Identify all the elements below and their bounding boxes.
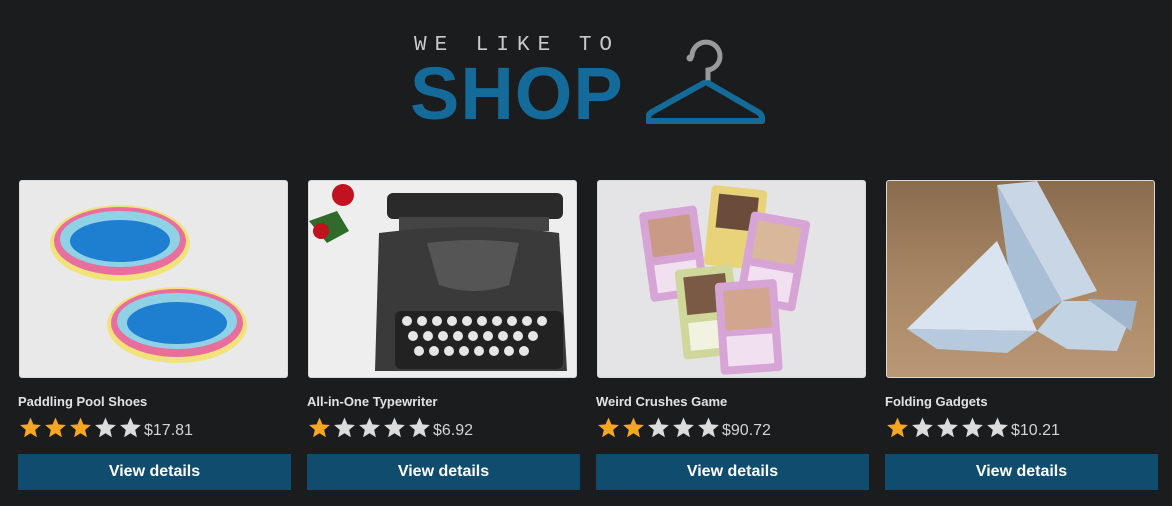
origami-bird-image[interactable] — [886, 180, 1155, 378]
star-filled-icon — [598, 417, 619, 438]
paddling-pools-image[interactable] — [19, 180, 288, 378]
hanger-icon — [646, 39, 766, 124]
star-empty-icon — [359, 417, 380, 438]
view-details-button[interactable]: View details — [596, 454, 869, 490]
product-card: Paddling Pool Shoes $17.81 View details — [18, 180, 291, 492]
product-price: $90.72 — [722, 422, 771, 439]
star-filled-icon — [70, 417, 91, 438]
star-rating — [307, 416, 432, 438]
trading-cards-image[interactable] — [597, 180, 866, 378]
star-empty-icon — [962, 417, 983, 438]
view-details-button[interactable]: View details — [18, 454, 291, 490]
star-empty-icon — [987, 417, 1008, 438]
view-details-button[interactable]: View details — [885, 454, 1158, 490]
star-empty-icon — [698, 417, 719, 438]
star-empty-icon — [912, 417, 933, 438]
product-title[interactable]: Paddling Pool Shoes — [18, 394, 147, 409]
star-empty-icon — [120, 417, 141, 438]
product-price: $10.21 — [1011, 422, 1060, 439]
star-filled-icon — [309, 417, 330, 438]
star-empty-icon — [648, 417, 669, 438]
product-price: $6.92 — [433, 422, 474, 439]
site-logo[interactable]: WE LIKE TO SHOP — [410, 30, 770, 134]
star-empty-icon — [673, 417, 694, 438]
logo-wordmark: SHOP — [410, 52, 624, 135]
star-empty-icon — [95, 417, 116, 438]
star-filled-icon — [887, 417, 908, 438]
product-title[interactable]: Weird Crushes Game — [596, 394, 727, 409]
star-filled-icon — [623, 417, 644, 438]
product-card: Folding Gadgets $10.21 View details — [885, 180, 1158, 492]
product-card: Weird Crushes Game $90.72 View details — [596, 180, 869, 492]
star-filled-icon — [20, 417, 41, 438]
star-rating — [18, 416, 143, 438]
view-details-button[interactable]: View details — [307, 454, 580, 490]
star-empty-icon — [937, 417, 958, 438]
star-filled-icon — [45, 417, 66, 438]
product-title[interactable]: Folding Gadgets — [885, 394, 988, 409]
product-card: All-in-One Typewriter $6.92 View details — [307, 180, 580, 492]
product-price: $17.81 — [144, 422, 193, 439]
star-rating — [885, 416, 1010, 438]
star-rating — [596, 416, 721, 438]
star-empty-icon — [334, 417, 355, 438]
typewriter-image[interactable] — [308, 180, 577, 378]
star-empty-icon — [384, 417, 405, 438]
product-title[interactable]: All-in-One Typewriter — [307, 394, 438, 409]
star-empty-icon — [409, 417, 430, 438]
